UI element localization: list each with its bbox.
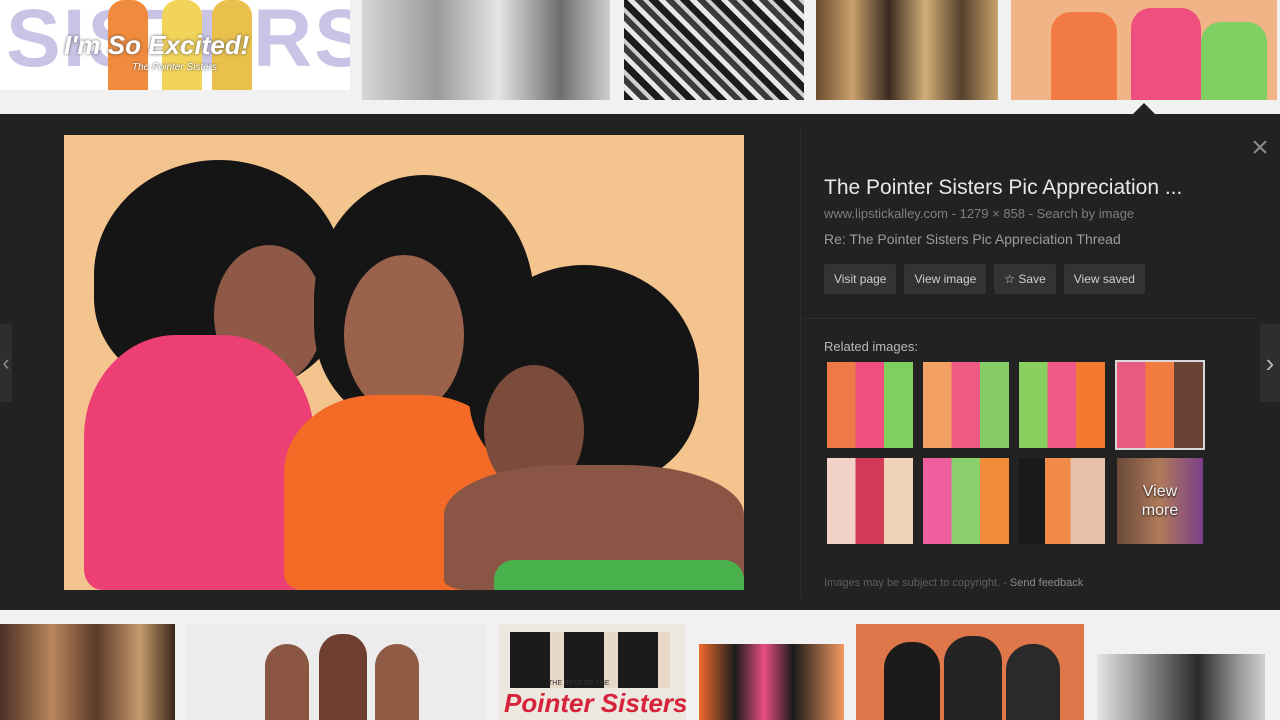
result-thumbnail[interactable]: THE BEST OF THE Pointer Sisters [498,624,686,720]
copyright-note: Images may be subject to copyright. - Se… [824,577,1083,589]
view-more-button[interactable]: View more [1117,458,1203,544]
selection-pointer [1133,103,1155,114]
image-description: Re: The Pointer Sisters Pic Appreciation… [824,231,1121,247]
copyright-text: Images may be subject to copyright. [824,577,1001,589]
top-thumbnail-strip: SISTERS I'm So Excited! The Pointer Sist… [0,0,1280,114]
related-image[interactable] [827,362,913,448]
result-thumbnail[interactable] [699,644,844,720]
photo-face [344,255,464,415]
photo-dress [494,560,744,590]
save-button[interactable]: ☆ Save [994,264,1056,294]
next-image-button[interactable]: › [1260,324,1280,402]
thumb-figure [1006,644,1060,720]
thumb-figure [884,642,940,720]
meta-separator: - [1028,206,1037,221]
view-image-button[interactable]: View image [904,264,987,294]
thumb-figure [1201,22,1267,100]
visit-page-button[interactable]: Visit page [824,264,897,294]
image-info: The Pointer Sisters Pic Appreciation ...… [824,176,1234,247]
image-preview-panel: ‹ × The Pointer Sisters Pic Appreciation… [0,114,1280,610]
view-more-label: View more [1141,483,1179,519]
album-subtitle: THE BEST OF THE [548,680,610,687]
action-buttons: Visit page View image ☆ Save View saved [824,264,1145,294]
main-preview-image[interactable] [64,135,744,590]
thumb-figure [265,644,309,720]
related-image-selected[interactable] [1115,360,1205,450]
image-search-results: SISTERS I'm So Excited! The Pointer Sist… [0,0,1280,720]
search-by-image-link[interactable]: Search by image [1037,206,1135,221]
section-divider [804,318,1256,319]
photo-dress [84,335,314,590]
result-thumbnail[interactable] [624,0,804,100]
related-image[interactable] [1019,458,1105,544]
thumb-figure [319,634,367,720]
save-label: Save [1018,272,1046,286]
result-thumbnail[interactable] [1097,654,1265,720]
star-icon: ☆ [1004,272,1016,286]
related-images-label: Related images: [824,339,918,354]
related-image[interactable] [1019,362,1105,448]
result-thumbnail[interactable] [816,0,998,100]
related-image[interactable] [923,362,1009,448]
image-dimensions: 1279 × 858 [959,206,1026,221]
thumb-figure [944,636,1002,720]
meta-separator: - [951,206,960,221]
thumb-figure [375,644,419,720]
thumb-figure [1051,12,1117,100]
footnote-separator: - [1003,577,1010,589]
bottom-thumbnail-strip: THE BEST OF THE Pointer Sisters [0,610,1280,720]
result-thumbnail[interactable] [856,624,1084,720]
result-thumbnail-selected[interactable] [1011,0,1277,100]
previous-image-button[interactable]: ‹ [0,324,12,402]
thumb-subtitle: The Pointer Sisters [132,62,218,73]
panel-divider [800,126,801,596]
result-thumbnail[interactable] [0,624,175,720]
related-image[interactable] [923,458,1009,544]
related-image[interactable] [827,458,913,544]
thumb-title: I'm So Excited! [64,30,250,60]
result-thumbnail[interactable] [187,624,485,720]
result-thumbnail[interactable] [362,0,610,100]
send-feedback-link[interactable]: Send feedback [1010,577,1083,589]
image-meta: www.lipstickalley.com - 1279 × 858 - Sea… [824,206,1234,221]
album-title: Pointer Sisters [504,688,686,718]
thumb-figure [1131,8,1201,100]
view-saved-button[interactable]: View saved [1063,264,1145,294]
image-title[interactable]: The Pointer Sisters Pic Appreciation ... [824,176,1234,200]
result-thumbnail[interactable]: SISTERS I'm So Excited! The Pointer Sist… [0,0,350,90]
close-icon[interactable]: × [1246,133,1274,163]
source-domain[interactable]: www.lipstickalley.com [824,206,948,221]
